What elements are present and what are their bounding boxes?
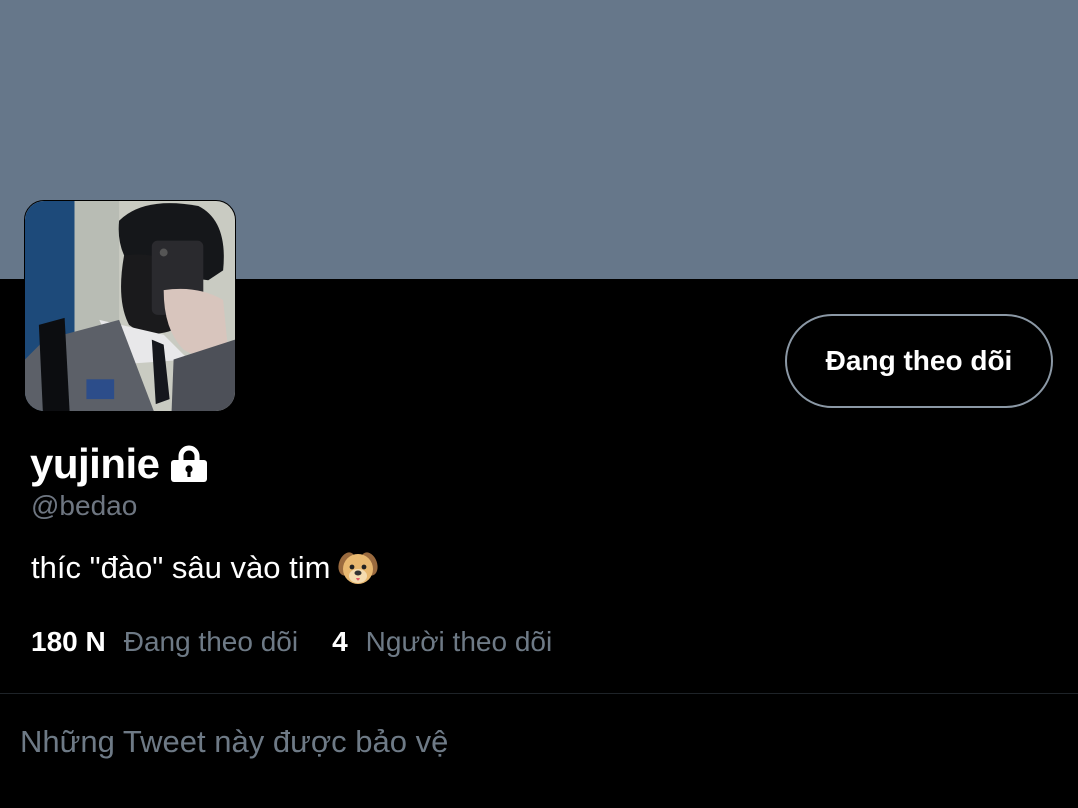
following-stat[interactable]: 180 N Đang theo dõi xyxy=(31,626,298,658)
followers-count: 4 xyxy=(332,626,348,657)
name-row: yujinie xyxy=(30,436,210,492)
followers-label: Người theo dõi xyxy=(365,626,553,657)
lock-icon xyxy=(168,443,210,485)
profile-page: Đang theo dõi yujinie @bedao thíc "đào" … xyxy=(0,0,1078,808)
avatar[interactable] xyxy=(24,200,236,412)
section-divider xyxy=(0,693,1078,694)
followers-stat[interactable]: 4 Người theo dõi xyxy=(332,626,552,658)
protected-tweets-message: Những Tweet này được bảo vệ xyxy=(20,724,449,759)
display-name: yujinie xyxy=(30,440,160,487)
bio: thíc "đào" sâu vào tim xyxy=(31,548,379,588)
bio-text: thíc "đào" sâu vào tim xyxy=(31,550,331,585)
avatar-photo xyxy=(25,201,235,411)
dog-face-emoji-icon xyxy=(338,548,379,588)
follow-stats: 180 N Đang theo dõi 4 Người theo dõi xyxy=(31,626,586,658)
following-button[interactable]: Đang theo dõi xyxy=(785,314,1053,408)
following-count: 180 N xyxy=(31,626,106,657)
following-label: Đang theo dõi xyxy=(123,626,299,657)
user-handle: @bedao xyxy=(31,490,138,521)
